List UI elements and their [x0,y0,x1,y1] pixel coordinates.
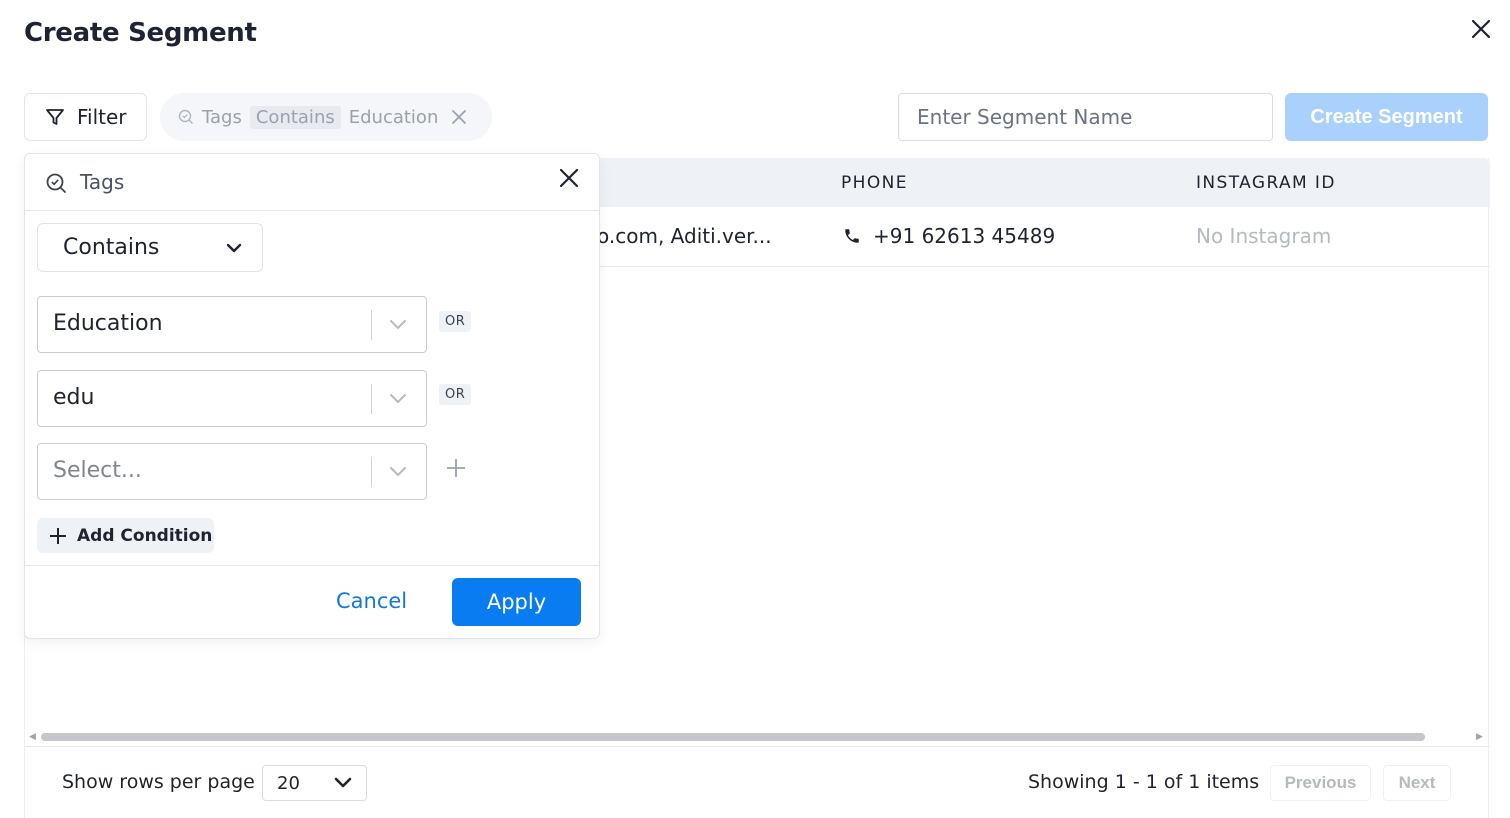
tag-value-select-empty[interactable]: Select... [37,443,427,500]
email-cell: o.com, Aditi.ver... [597,224,772,248]
page-title: Create Segment [24,18,257,48]
next-button[interactable]: Next [1383,765,1451,801]
chevron-down-icon [334,777,352,788]
tag-value-select[interactable]: edu [37,370,427,427]
filter-popover: Tags Contains Education OR edu OR Select… [24,153,600,639]
phone-icon [845,229,859,243]
tag-value: edu [53,385,95,410]
horizontal-scrollbar[interactable]: ◀ ▶ [25,731,1490,745]
scrollbar-thumb[interactable] [41,733,1425,741]
add-value-plus-icon[interactable] [445,457,467,479]
close-icon[interactable] [1466,14,1496,44]
active-filter-chip[interactable]: Tags Contains Education [160,93,492,141]
scroll-left-icon[interactable]: ◀ [29,732,36,742]
operator-value: Contains [63,235,160,260]
popover-header: Tags [25,154,599,211]
add-condition-label: Add Condition [77,525,213,546]
select-separator [371,310,372,340]
or-label: OR [439,384,472,405]
showing-count: Showing 1 - 1 of 1 items [1028,771,1260,793]
tag-value: Education [53,311,163,336]
chevron-down-icon [226,243,242,252]
phone-cell: +91 62613 45489 [873,224,1056,248]
chevron-down-icon[interactable] [388,314,408,334]
chip-value: Education [348,106,439,128]
previous-button[interactable]: Previous [1270,765,1371,801]
or-label: OR [439,311,472,332]
cancel-button[interactable]: Cancel [336,589,407,613]
apply-button[interactable]: Apply [452,578,581,626]
segment-name-input[interactable] [898,93,1273,141]
rows-per-page-value: 20 [277,772,300,794]
scroll-right-icon[interactable]: ▶ [1476,732,1483,742]
pagination-bar: Show rows per page 20 Showing 1 - 1 of 1… [25,746,1490,818]
select-separator [371,384,372,414]
filter-button-label: Filter [77,105,127,129]
create-segment-button[interactable]: Create Segment [1285,93,1488,141]
chevron-down-icon[interactable] [388,461,408,481]
funnel-icon [46,109,64,125]
operator-select[interactable]: Contains [37,223,263,272]
close-popover-icon[interactable] [557,166,581,190]
rows-per-page-select[interactable]: 20 [262,765,367,801]
select-placeholder: Select... [53,458,142,483]
plus-icon [50,527,66,544]
column-header-phone[interactable]: PHONE [841,173,908,193]
chip-operator: Contains [249,105,341,129]
chip-field: Tags [202,106,242,128]
rows-per-page-label: Show rows per page [62,771,255,793]
popover-divider [25,565,599,566]
remove-chip-icon[interactable] [450,108,468,126]
chevron-down-icon[interactable] [388,388,408,408]
column-header-instagram[interactable]: INSTAGRAM ID [1196,173,1336,193]
tag-search-icon [178,109,193,124]
popover-field-label: Tags [80,170,125,194]
instagram-cell: No Instagram [1196,224,1332,248]
select-separator [371,457,372,487]
tag-search-icon [46,173,66,193]
tag-value-select[interactable]: Education [37,296,427,353]
filter-button[interactable]: Filter [24,93,147,141]
add-condition-button[interactable]: Add Condition [37,518,214,553]
